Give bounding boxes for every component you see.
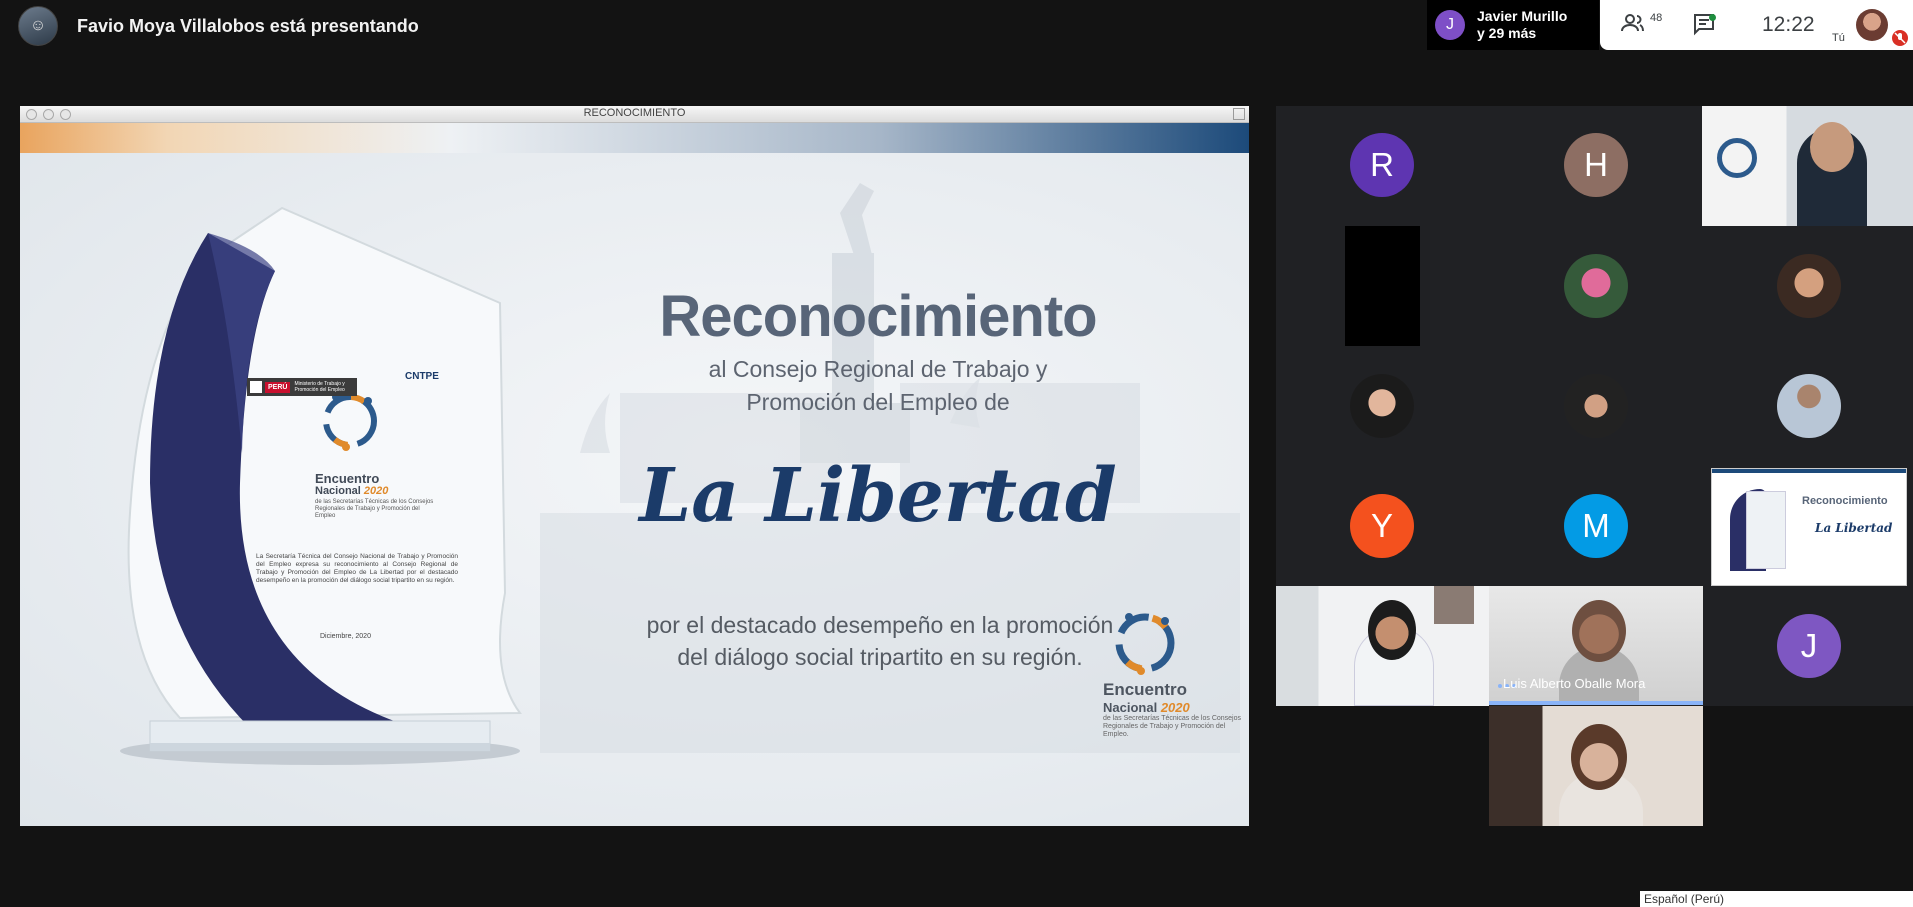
people-icon (1621, 14, 1644, 32)
trophy-body: La Secretaría Técnica del Consejo Nacion… (256, 553, 458, 584)
meet-window: ☺ Favio Moya Villalobos está presentando… (0, 0, 1913, 907)
participant-tile-m[interactable]: M (1564, 494, 1628, 558)
shared-screen-thumbnail[interactable]: Reconocimiento La Libertad (1711, 468, 1907, 586)
speaker-name: Luis Alberto Oballe Mora (1503, 676, 1646, 691)
slide-description: por el destacado desempeño en la promoci… (646, 612, 1114, 670)
participant-video[interactable] (1276, 586, 1489, 706)
participant-tile-r[interactable]: R (1350, 133, 1414, 197)
participant-video-black[interactable] (1345, 226, 1420, 346)
cntpe-logo: CNTPE (405, 371, 439, 382)
speaking-indicator (1489, 701, 1703, 705)
participant-tile-y[interactable]: Y (1350, 494, 1414, 558)
slide-region: La Libertad (639, 453, 1117, 539)
participant-avatar-photo[interactable] (1777, 254, 1841, 318)
trophy-small-text: de las Secretarías Técnicas de los Conse… (315, 499, 434, 519)
presenter-banner: ☺ Favio Moya Villalobos está presentando (18, 6, 419, 46)
participant-count: 48 (1650, 12, 1663, 24)
presentation-titlebar: RECONOCIMIENTO (20, 106, 1249, 123)
window-title: RECONOCIMIENTO (583, 107, 686, 119)
slide-subtitle: al Consejo Regional de Trabajo y Promoci… (708, 356, 1048, 415)
joined-name: Javier Murillo (1477, 8, 1568, 24)
mic-off-icon (1892, 30, 1908, 46)
joined-avatar: J (1435, 10, 1465, 40)
meeting-controls: 48 12:22 Tú (1600, 0, 1913, 50)
joined-notification[interactable]: J Javier Murillo y 29 más (1427, 0, 1599, 50)
caption-language[interactable]: Español (Perú) (1640, 891, 1913, 907)
slide-header-band (20, 123, 1249, 153)
chat-unread-dot (1709, 14, 1716, 21)
meeting-clock: 12:22 (1762, 13, 1815, 36)
presenter-avatar: ☺ (18, 6, 58, 46)
participant-video[interactable] (1489, 706, 1703, 826)
participant-avatar-photo[interactable] (1777, 374, 1841, 438)
expand-icon[interactable] (1233, 108, 1245, 120)
participant-avatar-photo[interactable] (1564, 254, 1628, 318)
ministry-logo: PERÚ Ministerio de Trabajo y Promoción d… (247, 378, 357, 396)
self-label: Tú (1832, 32, 1845, 44)
trophy-date: Diciembre, 2020 (320, 633, 371, 640)
participant-avatar-photo[interactable] (1350, 374, 1414, 438)
self-avatar[interactable] (1856, 9, 1888, 41)
participant-tile-h[interactable]: H (1564, 133, 1628, 197)
people-button[interactable]: 48 (1620, 12, 1670, 38)
participant-tile-j[interactable]: J (1777, 614, 1841, 678)
chat-button[interactable] (1692, 12, 1718, 38)
presenter-video-thumbnail[interactable] (1702, 106, 1913, 226)
trophy-encuentro: Encuentro (315, 471, 380, 486)
peru-shield-icon (250, 381, 262, 393)
shared-presentation: RECONOCIMIENTO PERÚ Ministerio de Trabaj… (20, 106, 1249, 826)
participant-avatar-photo[interactable] (1564, 374, 1628, 438)
slide: PERÚ Ministerio de Trabajo y Promoción d… (20, 153, 1249, 826)
presenter-text: Favio Moya Villalobos está presentando (77, 15, 419, 36)
joined-more: y 29 más (1477, 25, 1537, 41)
encuentro-logo: Encuentro Nacional 2020 de las Secretarí… (1103, 680, 1241, 738)
slide-title: Reconocimiento (659, 284, 1097, 349)
trophy-nacional: Nacional 2020 (315, 485, 389, 497)
